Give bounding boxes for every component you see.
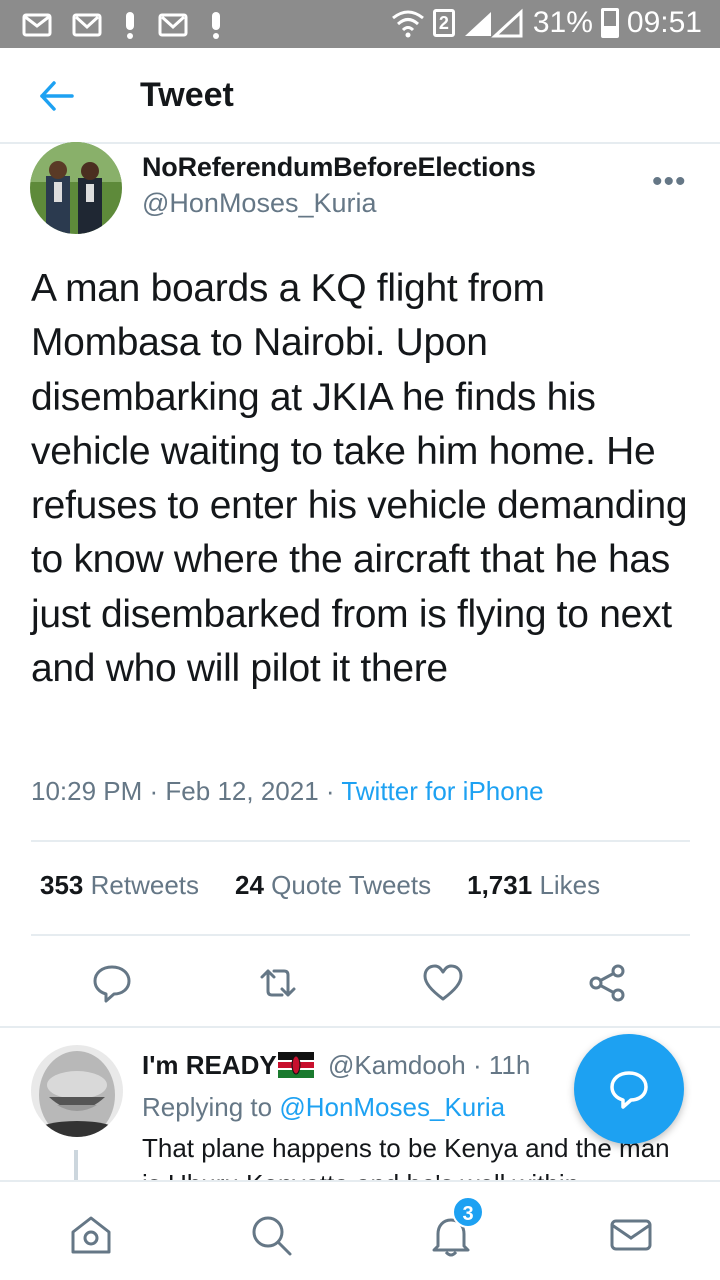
meta-separator: · (149, 776, 166, 806)
sim-slot-indicator: 2 (432, 9, 455, 37)
search-icon[interactable] (248, 1212, 294, 1258)
meta-separator: · (325, 776, 342, 806)
home-icon[interactable] (68, 1212, 114, 1258)
battery-icon (600, 8, 619, 38)
author-handle[interactable]: @HonMoses_Kuria (142, 188, 377, 219)
reply-handle-line: @Kamdooh · 11h (328, 1050, 530, 1081)
email-icon (22, 13, 52, 37)
likes-count: 1,731 (467, 870, 533, 900)
tweet-text: A man boards a KQ flight from Mombasa to… (31, 267, 688, 691)
likes-stat[interactable]: 1,731 Likes (467, 870, 600, 901)
divider (31, 840, 690, 842)
retweets-stat[interactable]: 353 Retweets (40, 870, 199, 901)
divider (0, 1026, 720, 1028)
tweet-source[interactable]: Twitter for iPhone (341, 776, 543, 806)
quotes-label: Quote Tweets (271, 870, 432, 900)
tweet-time: 10:29 PM (31, 776, 143, 806)
gmail-icon (158, 13, 188, 37)
reply-display-name[interactable]: I'm READY (142, 1050, 277, 1081)
messages-icon[interactable] (608, 1212, 654, 1258)
back-arrow-icon[interactable] (36, 76, 76, 116)
page-title: Tweet (140, 76, 234, 114)
status-bar: 2 31% 09:51 (0, 0, 720, 48)
like-icon[interactable] (421, 961, 465, 1005)
compose-button[interactable] (574, 1034, 684, 1144)
tweet-date: Feb 12, 2021 (165, 776, 319, 806)
reply-icon[interactable] (90, 961, 134, 1005)
retweets-count: 353 (40, 870, 84, 900)
wifi-icon (391, 10, 424, 38)
retweets-label: Retweets (90, 870, 200, 900)
alert-icon (126, 12, 134, 39)
reply-age: 11h (488, 1050, 531, 1080)
clock: 09:51 (626, 6, 702, 39)
alert-icon (212, 12, 220, 39)
divider (31, 934, 690, 936)
notifications-badge: 3 (452, 1196, 484, 1228)
quotes-stat[interactable]: 24 Quote Tweets (235, 870, 431, 901)
notification-icons (22, 10, 224, 40)
bottom-navigation (0, 1180, 720, 1280)
gmail-icon (72, 13, 102, 37)
reply-avatar[interactable] (31, 1045, 123, 1137)
likes-label: Likes (539, 870, 601, 900)
tweet-stats: 353 Retweets 24 Quote Tweets 1,731 Likes (40, 870, 600, 901)
top-app-bar: Tweet (0, 48, 720, 144)
share-icon[interactable] (586, 961, 630, 1005)
replying-to-label: Replying to (142, 1092, 273, 1122)
author-avatar[interactable] (30, 142, 122, 234)
quotes-count: 24 (235, 870, 264, 900)
replying-to-mention[interactable]: @HonMoses_Kuria (279, 1092, 505, 1122)
signal-icon (464, 8, 523, 38)
battery-percent: 31% (532, 6, 593, 39)
author-display-name[interactable]: NoReferendumBeforeElections (142, 152, 536, 183)
tweet-meta: 10:29 PM · Feb 12, 2021 · Twitter for iP… (31, 776, 544, 807)
retweet-icon[interactable] (256, 961, 300, 1005)
reply-handle[interactable]: @Kamdooh (328, 1050, 466, 1080)
tweet-actions (0, 945, 720, 1025)
compose-icon (610, 1071, 648, 1109)
more-icon[interactable]: ••• (652, 167, 692, 202)
replying-to-line: Replying to @HonMoses_Kuria (142, 1092, 505, 1123)
kenya-flag-icon (278, 1052, 314, 1078)
meta-separator: · (472, 1050, 489, 1080)
